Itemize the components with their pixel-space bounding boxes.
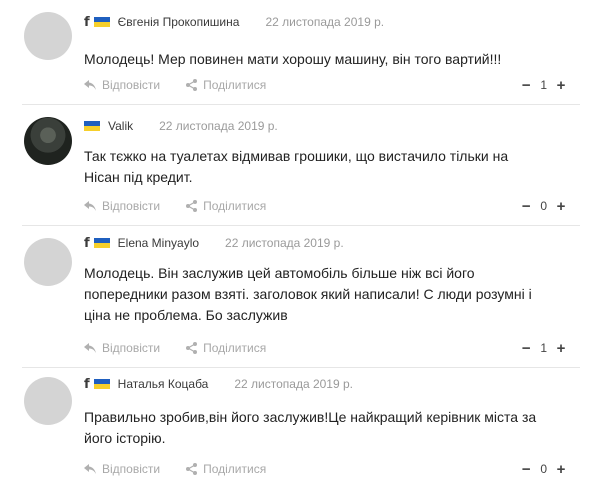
share-button[interactable]: Поділитися [186, 341, 266, 355]
comment-text: Правильно зробив,він його заслужив!Це на… [84, 407, 564, 449]
vote-count: 0 [540, 462, 547, 476]
facebook-icon: f [84, 376, 90, 392]
comment-meta: Valik 22 листопада 2019 р. [84, 118, 278, 134]
comment-meta: f Наталья Коцаба 22 листопада 2019 р. [84, 376, 353, 392]
comment-author[interactable]: Elena Minyaylo [118, 236, 199, 250]
comment-text-line: його історію. [84, 430, 166, 446]
vote-count: 1 [540, 341, 547, 355]
vote-controls: − 0 + [519, 461, 568, 478]
comment-actions: Відповісти Поділитися [84, 461, 266, 477]
reply-label: Відповісти [102, 341, 161, 355]
comment-actions: Відповісти Поділитися [84, 340, 266, 356]
vote-count: 1 [540, 78, 547, 92]
upvote-button[interactable]: + [554, 461, 568, 478]
reply-icon [84, 343, 96, 353]
vote-count: 0 [540, 199, 547, 213]
share-label: Поділитися [203, 78, 267, 92]
ukraine-flag-icon [93, 17, 110, 27]
reply-button[interactable]: Відповісти [84, 462, 160, 476]
avatar[interactable] [24, 238, 72, 286]
upvote-button[interactable]: + [554, 340, 568, 357]
comment-text-line: Так тєжко на туалетах відмивав грошики, … [84, 148, 509, 164]
comment-meta: f Elena Minyaylo 22 листопада 2019 р. [84, 235, 344, 251]
comment-divider [22, 225, 580, 226]
reply-icon [84, 201, 96, 211]
reply-button[interactable]: Відповісти [84, 341, 160, 355]
avatar[interactable] [24, 377, 72, 425]
downvote-button[interactable]: − [519, 198, 533, 215]
share-button[interactable]: Поділитися [186, 78, 266, 92]
downvote-button[interactable]: − [519, 461, 533, 478]
share-icon [186, 342, 198, 354]
ukraine-flag-icon [84, 121, 100, 131]
downvote-button[interactable]: − [519, 77, 533, 94]
comment-text-line: ціна не проблема. Бо заслужив [84, 307, 288, 323]
reply-label: Відповісти [102, 199, 161, 213]
comment-text-line: Нісан під кредит. [84, 169, 193, 185]
share-icon [186, 200, 198, 212]
comment-author[interactable]: Наталья Коцаба [118, 377, 209, 391]
reply-label: Відповісти [102, 462, 161, 476]
facebook-icon: f [84, 14, 90, 30]
avatar[interactable] [24, 117, 72, 165]
comment-text-line: попередники разом взяті. заголовок який … [84, 286, 532, 302]
comment-text: Молодець. Він заслужив цей автомобіль бі… [84, 263, 564, 326]
share-label: Поділитися [203, 462, 267, 476]
share-icon [186, 463, 198, 475]
share-icon [186, 79, 198, 91]
comment-actions: Відповісти Поділитися [84, 198, 266, 214]
facebook-icon: f [84, 235, 90, 251]
upvote-button[interactable]: + [554, 198, 568, 215]
reply-button[interactable]: Відповісти [84, 199, 160, 213]
downvote-button[interactable]: − [519, 340, 533, 357]
comment-text-line: Молодець. Він заслужив цей автомобіль бі… [84, 265, 475, 281]
vote-controls: − 0 + [519, 198, 568, 215]
share-button[interactable]: Поділитися [186, 462, 266, 476]
comment-actions: Відповісти Поділитися [84, 77, 266, 93]
share-label: Поділитися [203, 199, 267, 213]
ukraine-flag-icon [93, 379, 110, 389]
share-button[interactable]: Поділитися [186, 199, 266, 213]
comment-author[interactable]: Valik [108, 119, 133, 133]
vote-controls: − 1 + [519, 77, 568, 94]
comment-date: 22 листопада 2019 р. [234, 377, 353, 391]
comment-text-line: Правильно зробив,він його заслужив!Це на… [84, 409, 537, 425]
comment-date: 22 листопада 2019 р. [225, 236, 344, 250]
upvote-button[interactable]: + [554, 77, 568, 94]
reply-label: Відповісти [102, 78, 161, 92]
comment-divider [22, 367, 580, 368]
reply-icon [84, 464, 96, 474]
ukraine-flag-icon [93, 238, 110, 248]
comment-meta: f Євгенія Прокопишина 22 листопада 2019 … [84, 14, 384, 30]
share-label: Поділитися [203, 341, 267, 355]
reply-button[interactable]: Відповісти [84, 78, 160, 92]
comment-divider [22, 104, 580, 105]
comment-text-line: Молодець! Мер повинен мати хорошу машину… [84, 51, 502, 67]
reply-icon [84, 80, 96, 90]
comment-author[interactable]: Євгенія Прокопишина [118, 15, 240, 29]
avatar[interactable] [24, 12, 72, 60]
vote-controls: − 1 + [519, 340, 568, 357]
comment-date: 22 листопада 2019 р. [159, 119, 278, 133]
comment-text: Так тєжко на туалетах відмивав грошики, … [84, 146, 564, 188]
comment-date: 22 листопада 2019 р. [265, 15, 385, 29]
comment-text: Молодець! Мер повинен мати хорошу машину… [84, 49, 564, 70]
